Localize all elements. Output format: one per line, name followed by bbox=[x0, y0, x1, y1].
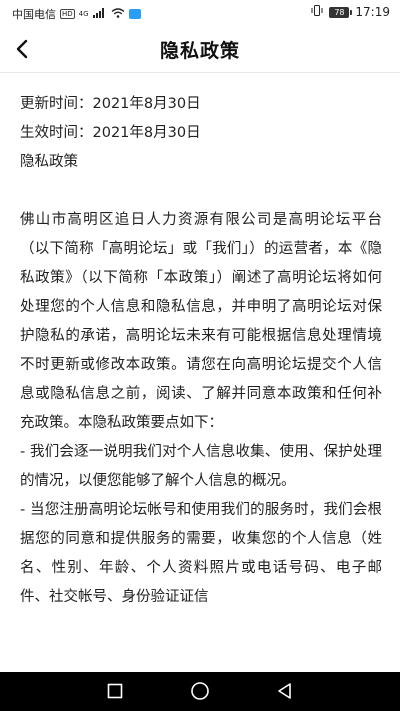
screen: 中国电信 HD 4G 78 17:19 隐私政策 更新时间：2021年8月30日… bbox=[0, 0, 400, 711]
policy-paragraph-intro: 佛山市高明区追日人力资源有限公司是高明论坛平台（以下简称「高明论坛」或「我们」）… bbox=[20, 212, 382, 431]
notification-app-icon bbox=[128, 9, 141, 19]
home-button[interactable] bbox=[188, 680, 212, 702]
header: 隐私政策 bbox=[0, 26, 400, 73]
effective-time: 生效时间：2021年8月30日 bbox=[20, 125, 201, 141]
back-nav-button[interactable] bbox=[273, 680, 297, 702]
battery-icon: 78 bbox=[329, 6, 353, 18]
circle-icon bbox=[191, 682, 209, 700]
policy-paragraph-point-2: - 当您注册高明论坛帐号和使用我们的服务时，我们会根据您的同意和提供服务的需要，… bbox=[20, 502, 382, 605]
network-type: 4G bbox=[78, 10, 89, 18]
updated-time: 更新时间：2021年8月30日 bbox=[20, 96, 201, 112]
signal-icon bbox=[92, 7, 107, 21]
document-title: 隐私政策 bbox=[20, 154, 78, 170]
recents-button[interactable] bbox=[103, 680, 127, 702]
policy-content[interactable]: 更新时间：2021年8月30日 生效时间：2021年8月30日 隐私政策 佛山市… bbox=[20, 90, 382, 670]
status-time: 17:19 bbox=[355, 5, 390, 19]
status-bar: 中国电信 HD 4G 78 17:19 bbox=[0, 0, 400, 26]
navigation-bar bbox=[0, 672, 400, 711]
policy-paragraph-point-1: - 我们会逐一说明我们对个人信息收集、使用、保护处理的情况，以便您能够了解个人信… bbox=[20, 444, 382, 489]
triangle-back-icon bbox=[278, 683, 291, 699]
hd-badge: HD bbox=[60, 9, 75, 19]
status-left: 中国电信 HD 4G bbox=[12, 6, 141, 22]
square-icon bbox=[107, 683, 123, 699]
wifi-icon bbox=[111, 7, 125, 21]
carrier-label: 中国电信 bbox=[12, 8, 56, 21]
vibrate-icon bbox=[311, 5, 323, 19]
status-right: 78 17:19 bbox=[311, 5, 390, 19]
page-title: 隐私政策 bbox=[159, 40, 240, 62]
